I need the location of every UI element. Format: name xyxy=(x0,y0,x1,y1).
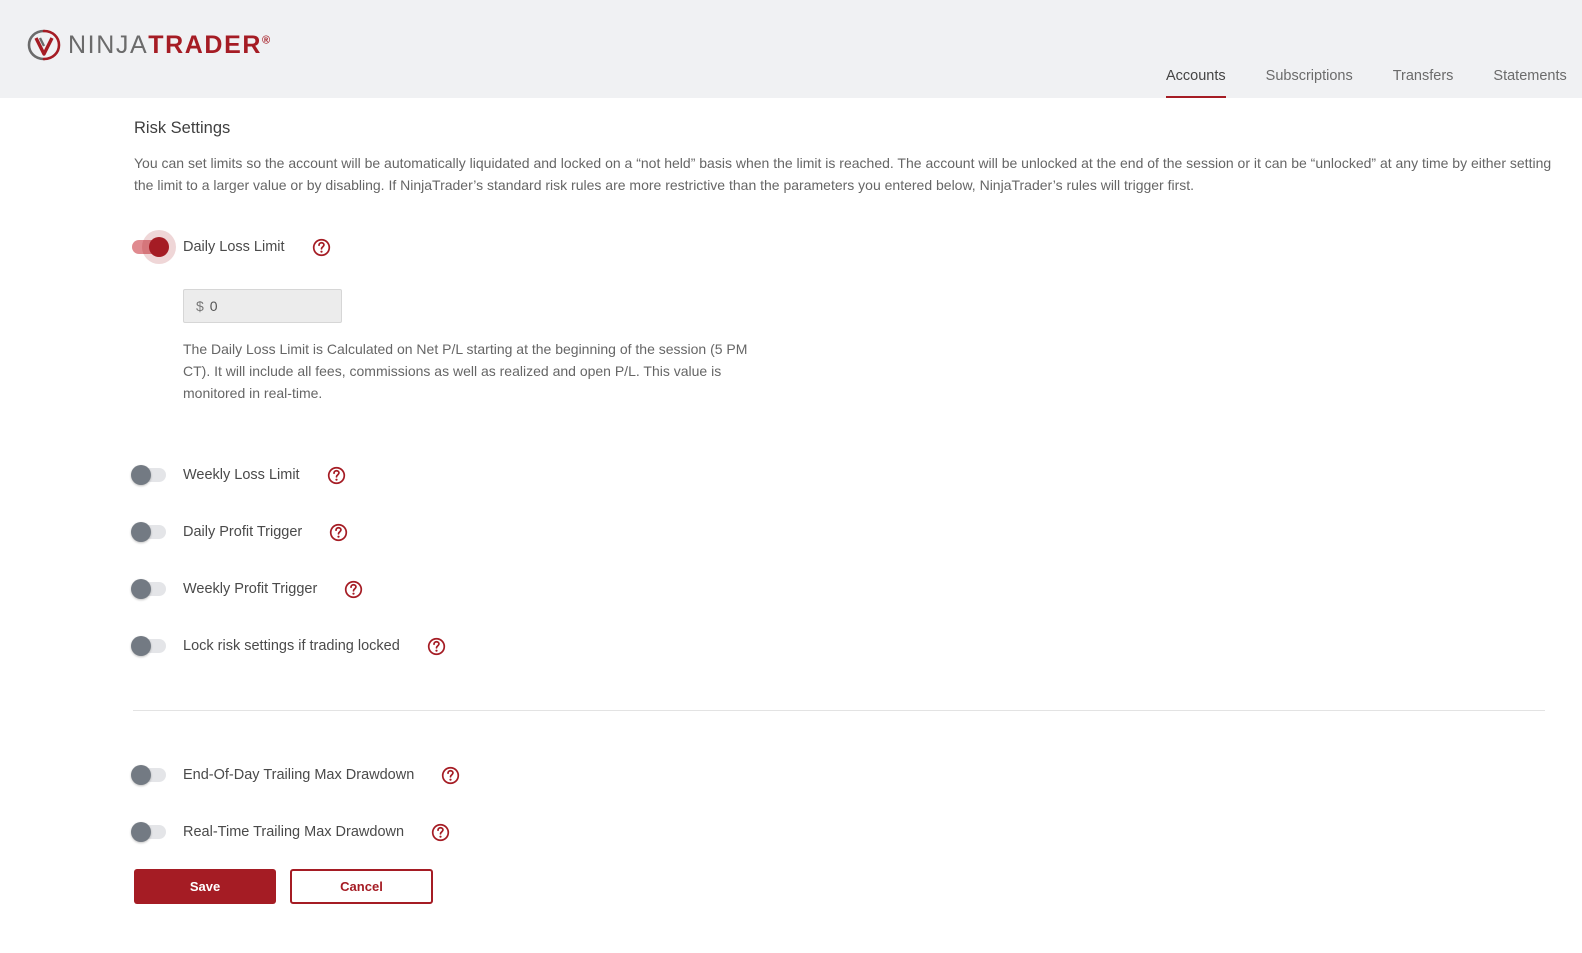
logo-trader-text: TRADER xyxy=(148,30,262,59)
intro-text: You can set limits so the account will b… xyxy=(134,155,1552,193)
toggle-knob xyxy=(131,765,151,785)
weekly-profit-trigger-label: Weekly Profit Trigger xyxy=(183,581,318,597)
daily-loss-amount-input[interactable] xyxy=(209,298,330,314)
daily-loss-limit-row: Daily Loss Limit xyxy=(132,233,331,261)
daily-loss-description: The Daily Loss Limit is Calculated on Ne… xyxy=(183,341,748,401)
toggle-knob xyxy=(131,636,151,656)
currency-symbol: $ xyxy=(196,298,204,314)
weekly-profit-trigger-row: Weekly Profit Trigger xyxy=(131,575,363,603)
toggle-knob xyxy=(131,522,151,542)
daily-loss-limit-toggle[interactable] xyxy=(132,237,169,257)
rt-trailing-drawdown-toggle[interactable] xyxy=(131,822,166,842)
question-circle-icon[interactable] xyxy=(329,523,348,542)
lock-risk-settings-toggle[interactable] xyxy=(131,636,166,656)
tab-subscriptions[interactable]: Subscriptions xyxy=(1266,66,1353,98)
tab-transfers[interactable]: Transfers xyxy=(1393,66,1454,98)
daily-profit-trigger-row: Daily Profit Trigger xyxy=(131,518,348,546)
toggle-knob xyxy=(131,822,151,842)
main-nav: Accounts Subscriptions Transfers Stateme… xyxy=(1166,66,1582,98)
cancel-button[interactable]: Cancel xyxy=(290,869,433,904)
weekly-profit-trigger-toggle[interactable] xyxy=(131,579,166,599)
daily-profit-trigger-label: Daily Profit Trigger xyxy=(183,524,303,540)
lock-risk-settings-label: Lock risk settings if trading locked xyxy=(183,638,400,654)
rt-trailing-drawdown-row: Real-Time Trailing Max Drawdown xyxy=(131,818,450,846)
toggle-knob xyxy=(131,465,151,485)
weekly-loss-limit-label: Weekly Loss Limit xyxy=(183,467,300,483)
question-circle-icon[interactable] xyxy=(441,766,460,785)
daily-profit-trigger-toggle[interactable] xyxy=(131,522,166,542)
rt-trailing-drawdown-label: Real-Time Trailing Max Drawdown xyxy=(183,824,405,840)
toggle-knob xyxy=(131,579,151,599)
logo-wordmark: NINJATRADER® xyxy=(68,30,272,59)
ninjatrader-logo[interactable]: NINJATRADER® xyxy=(26,28,272,62)
section-divider xyxy=(133,710,1545,711)
lock-risk-settings-row: Lock risk settings if trading locked xyxy=(131,632,446,660)
tab-accounts[interactable]: Accounts xyxy=(1166,66,1226,98)
question-circle-icon[interactable] xyxy=(327,466,346,485)
eod-trailing-drawdown-label: End-Of-Day Trailing Max Drawdown xyxy=(183,767,415,783)
weekly-loss-limit-row: Weekly Loss Limit xyxy=(131,461,346,489)
top-header: NINJATRADER® Accounts Subscriptions Tran… xyxy=(0,0,1582,98)
save-button[interactable]: Save xyxy=(134,869,276,904)
ninjatrader-logo-icon xyxy=(27,29,61,61)
logo-registered-mark: ® xyxy=(262,34,272,47)
eod-trailing-drawdown-toggle[interactable] xyxy=(131,765,166,785)
daily-loss-limit-label: Daily Loss Limit xyxy=(183,239,285,255)
toggle-knob xyxy=(149,237,169,257)
question-circle-icon[interactable] xyxy=(344,580,363,599)
logo-ninja-text: NINJA xyxy=(68,30,149,59)
question-circle-icon[interactable] xyxy=(431,823,450,842)
question-circle-icon[interactable] xyxy=(312,238,331,257)
question-circle-icon[interactable] xyxy=(427,637,446,656)
tab-statements[interactable]: Statements xyxy=(1493,66,1566,98)
weekly-loss-limit-toggle[interactable] xyxy=(131,465,166,485)
daily-loss-amount-field[interactable]: $ xyxy=(183,289,342,323)
page-title: Risk Settings xyxy=(134,119,231,137)
eod-trailing-drawdown-row: End-Of-Day Trailing Max Drawdown xyxy=(131,761,460,789)
